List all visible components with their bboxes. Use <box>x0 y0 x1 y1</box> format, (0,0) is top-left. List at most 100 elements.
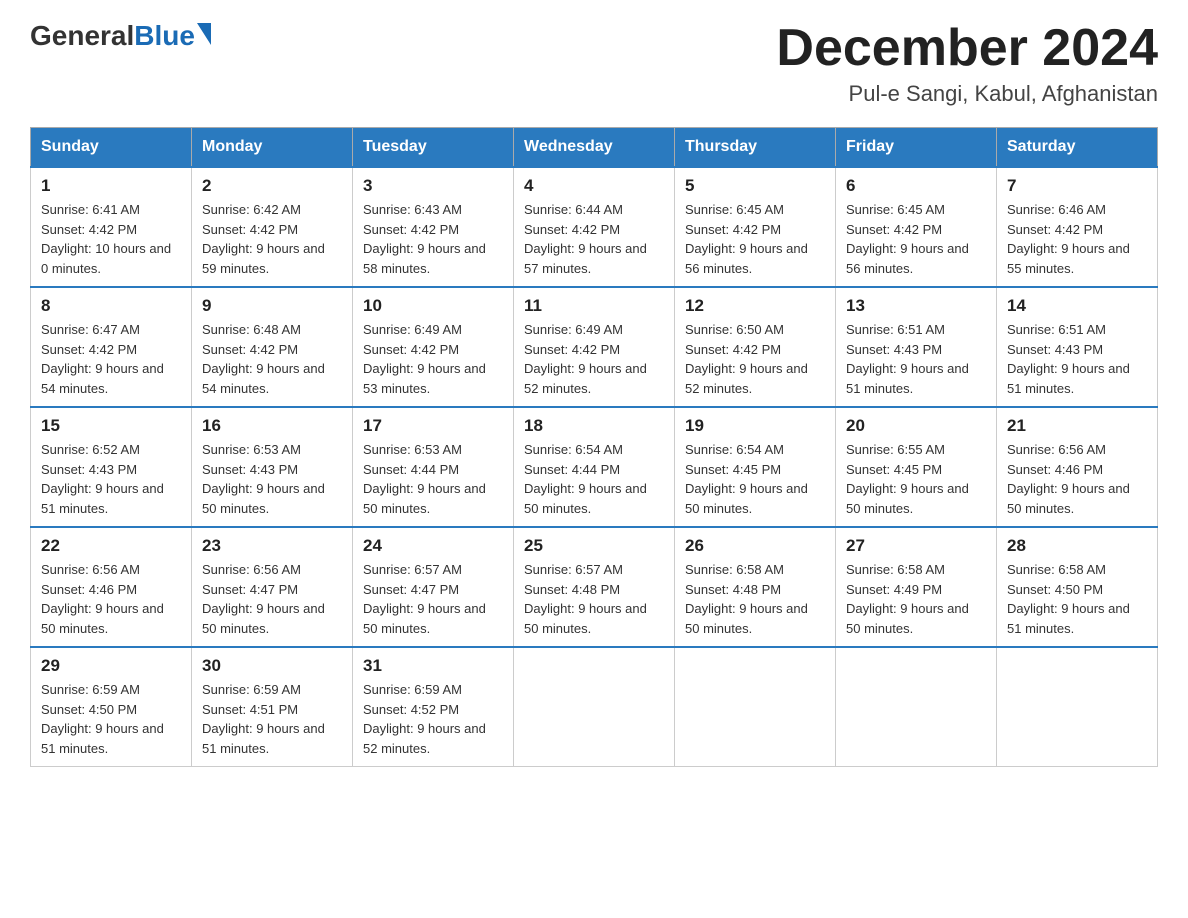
calendar-cell: 11Sunrise: 6:49 AMSunset: 4:42 PMDayligh… <box>514 287 675 407</box>
calendar-cell: 20 Sunrise: 6:55 AMSunset: 4:45 PMDayligh… <box>836 407 997 527</box>
day-info: Sunrise: 6:53 AMSunset: 4:44 PMDaylight:… <box>363 440 503 518</box>
day-info: Sunrise: 6:54 AMSunset: 4:45 PMDaylight:… <box>685 440 825 518</box>
day-number: 28 <box>1007 536 1147 556</box>
day-number: 5 <box>685 176 825 196</box>
day-number: 9 <box>202 296 342 316</box>
calendar-cell: 21 Sunrise: 6:56 AMSunset: 4:46 PMDayligh… <box>997 407 1158 527</box>
day-header-thursday: Thursday <box>675 128 836 168</box>
day-number: 2 <box>202 176 342 196</box>
logo-triangle-icon <box>197 23 211 45</box>
calendar-cell: 1Sunrise: 6:41 AMSunset: 4:42 PMDaylight… <box>31 167 192 287</box>
calendar-cell: 12Sunrise: 6:50 AMSunset: 4:42 PMDayligh… <box>675 287 836 407</box>
calendar-cell: 15 Sunrise: 6:52 AMSunset: 4:43 PMDayligh… <box>31 407 192 527</box>
day-number: 8 <box>41 296 181 316</box>
calendar-body: 1Sunrise: 6:41 AMSunset: 4:42 PMDaylight… <box>31 167 1158 767</box>
day-info: Sunrise: 6:44 AMSunset: 4:42 PMDaylight:… <box>524 200 664 278</box>
calendar-week-2: 8 Sunrise: 6:47 AMSunset: 4:42 PMDaylight… <box>31 287 1158 407</box>
day-number: 10 <box>363 296 503 316</box>
logo-general-text: General <box>30 20 134 52</box>
day-info: Sunrise: 6:59 AMSunset: 4:51 PMDaylight:… <box>202 680 342 758</box>
day-info: Sunrise: 6:51 AMSunset: 4:43 PMDaylight:… <box>1007 320 1147 398</box>
calendar-cell: 17Sunrise: 6:53 AMSunset: 4:44 PMDayligh… <box>353 407 514 527</box>
day-number: 6 <box>846 176 986 196</box>
day-number: 13 <box>846 296 986 316</box>
day-info: Sunrise: 6:49 AMSunset: 4:42 PMDaylight:… <box>363 320 503 398</box>
day-info: Sunrise: 6:57 AMSunset: 4:47 PMDaylight:… <box>363 560 503 638</box>
day-info: Sunrise: 6:56 AMSunset: 4:47 PMDaylight:… <box>202 560 342 638</box>
day-info: Sunrise: 6:50 AMSunset: 4:42 PMDaylight:… <box>685 320 825 398</box>
calendar-table: SundayMondayTuesdayWednesdayThursdayFrid… <box>30 127 1158 767</box>
day-info: Sunrise: 6:56 AMSunset: 4:46 PMDaylight:… <box>41 560 181 638</box>
calendar-cell: 5 Sunrise: 6:45 AMSunset: 4:42 PMDaylight… <box>675 167 836 287</box>
day-info: Sunrise: 6:54 AMSunset: 4:44 PMDaylight:… <box>524 440 664 518</box>
calendar-cell: 14 Sunrise: 6:51 AMSunset: 4:43 PMDayligh… <box>997 287 1158 407</box>
calendar-cell: 18 Sunrise: 6:54 AMSunset: 4:44 PMDayligh… <box>514 407 675 527</box>
calendar-cell: 25 Sunrise: 6:57 AMSunset: 4:48 PMDayligh… <box>514 527 675 647</box>
title-block: December 2024 Pul-e Sangi, Kabul, Afghan… <box>776 20 1158 107</box>
logo-blue-text: Blue <box>134 20 195 52</box>
day-number: 16 <box>202 416 342 436</box>
day-info: Sunrise: 6:42 AMSunset: 4:42 PMDaylight:… <box>202 200 342 278</box>
day-number: 23 <box>202 536 342 556</box>
calendar-cell: 9 Sunrise: 6:48 AMSunset: 4:42 PMDaylight… <box>192 287 353 407</box>
day-number: 22 <box>41 536 181 556</box>
logo: General Blue <box>30 20 211 52</box>
calendar-cell: 7Sunrise: 6:46 AMSunset: 4:42 PMDaylight… <box>997 167 1158 287</box>
calendar-cell: 24 Sunrise: 6:57 AMSunset: 4:47 PMDayligh… <box>353 527 514 647</box>
day-info: Sunrise: 6:56 AMSunset: 4:46 PMDaylight:… <box>1007 440 1147 518</box>
page-header: General Blue December 2024 Pul-e Sangi, … <box>30 20 1158 107</box>
day-info: Sunrise: 6:41 AMSunset: 4:42 PMDaylight:… <box>41 200 181 278</box>
day-number: 30 <box>202 656 342 676</box>
day-number: 21 <box>1007 416 1147 436</box>
calendar-week-4: 22 Sunrise: 6:56 AMSunset: 4:46 PMDayligh… <box>31 527 1158 647</box>
day-info: Sunrise: 6:48 AMSunset: 4:42 PMDaylight:… <box>202 320 342 398</box>
day-info: Sunrise: 6:55 AMSunset: 4:45 PMDaylight:… <box>846 440 986 518</box>
calendar-title: December 2024 <box>776 20 1158 77</box>
day-number: 25 <box>524 536 664 556</box>
calendar-header: SundayMondayTuesdayWednesdayThursdayFrid… <box>31 128 1158 168</box>
day-number: 20 <box>846 416 986 436</box>
calendar-cell: 6 Sunrise: 6:45 AMSunset: 4:42 PMDaylight… <box>836 167 997 287</box>
day-info: Sunrise: 6:47 AMSunset: 4:42 PMDaylight:… <box>41 320 181 398</box>
day-info: Sunrise: 6:58 AMSunset: 4:48 PMDaylight:… <box>685 560 825 638</box>
day-info: Sunrise: 6:59 AMSunset: 4:52 PMDaylight:… <box>363 680 503 758</box>
calendar-cell <box>997 647 1158 767</box>
day-info: Sunrise: 6:49 AMSunset: 4:42 PMDaylight:… <box>524 320 664 398</box>
day-header-monday: Monday <box>192 128 353 168</box>
day-number: 18 <box>524 416 664 436</box>
day-number: 15 <box>41 416 181 436</box>
day-number: 14 <box>1007 296 1147 316</box>
calendar-cell: 13 Sunrise: 6:51 AMSunset: 4:43 PMDayligh… <box>836 287 997 407</box>
day-number: 24 <box>363 536 503 556</box>
day-info: Sunrise: 6:53 AMSunset: 4:43 PMDaylight:… <box>202 440 342 518</box>
calendar-cell: 28Sunrise: 6:58 AMSunset: 4:50 PMDayligh… <box>997 527 1158 647</box>
day-info: Sunrise: 6:52 AMSunset: 4:43 PMDaylight:… <box>41 440 181 518</box>
day-header-sunday: Sunday <box>31 128 192 168</box>
day-number: 4 <box>524 176 664 196</box>
day-header-tuesday: Tuesday <box>353 128 514 168</box>
calendar-week-3: 15 Sunrise: 6:52 AMSunset: 4:43 PMDayligh… <box>31 407 1158 527</box>
day-number: 19 <box>685 416 825 436</box>
day-info: Sunrise: 6:57 AMSunset: 4:48 PMDaylight:… <box>524 560 664 638</box>
calendar-cell: 10 Sunrise: 6:49 AMSunset: 4:42 PMDayligh… <box>353 287 514 407</box>
calendar-cell <box>836 647 997 767</box>
day-info: Sunrise: 6:51 AMSunset: 4:43 PMDaylight:… <box>846 320 986 398</box>
day-info: Sunrise: 6:45 AMSunset: 4:42 PMDaylight:… <box>685 200 825 278</box>
calendar-week-1: 1Sunrise: 6:41 AMSunset: 4:42 PMDaylight… <box>31 167 1158 287</box>
logo-blue-part: Blue <box>134 20 211 52</box>
calendar-cell: 19 Sunrise: 6:54 AMSunset: 4:45 PMDayligh… <box>675 407 836 527</box>
day-info: Sunrise: 6:59 AMSunset: 4:50 PMDaylight:… <box>41 680 181 758</box>
calendar-cell: 8 Sunrise: 6:47 AMSunset: 4:42 PMDaylight… <box>31 287 192 407</box>
day-number: 26 <box>685 536 825 556</box>
day-header-saturday: Saturday <box>997 128 1158 168</box>
calendar-cell: 31 Sunrise: 6:59 AMSunset: 4:52 PMDayligh… <box>353 647 514 767</box>
day-number: 3 <box>363 176 503 196</box>
calendar-cell: 2 Sunrise: 6:42 AMSunset: 4:42 PMDaylight… <box>192 167 353 287</box>
calendar-cell: 23 Sunrise: 6:56 AMSunset: 4:47 PMDayligh… <box>192 527 353 647</box>
day-info: Sunrise: 6:46 AMSunset: 4:42 PMDaylight:… <box>1007 200 1147 278</box>
day-info: Sunrise: 6:45 AMSunset: 4:42 PMDaylight:… <box>846 200 986 278</box>
calendar-cell: 29Sunrise: 6:59 AMSunset: 4:50 PMDayligh… <box>31 647 192 767</box>
calendar-cell <box>514 647 675 767</box>
day-number: 31 <box>363 656 503 676</box>
calendar-cell <box>675 647 836 767</box>
